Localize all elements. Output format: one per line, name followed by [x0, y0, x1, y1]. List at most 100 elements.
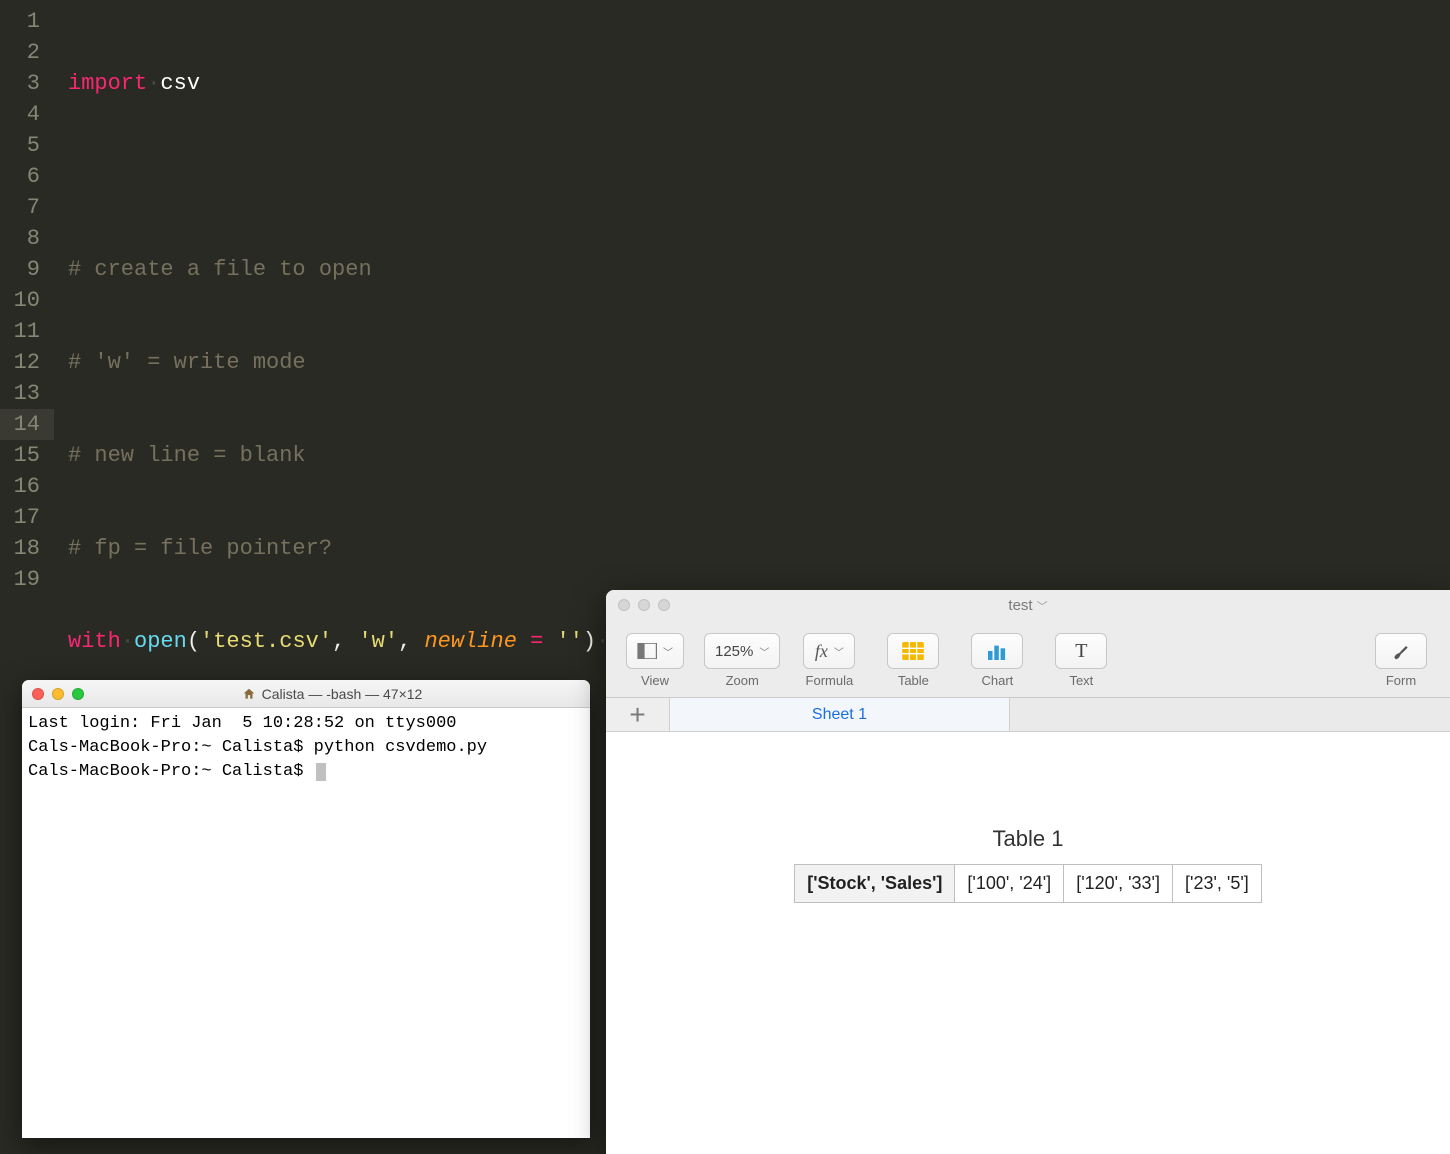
minimize-button[interactable]: [638, 599, 650, 611]
document-title-text: test: [1008, 597, 1032, 614]
close-button[interactable]: [618, 599, 630, 611]
line-number: 4: [0, 99, 54, 130]
terminal-title-text: Calista — -bash — 47×12: [262, 686, 423, 702]
terminal-text: Last login: Fri Jan 5 10:28:52 on ttys00…: [28, 714, 456, 733]
spreadsheet-canvas[interactable]: Table 1 ['Stock', 'Sales'] ['100', '24']…: [606, 732, 1450, 1154]
sheet-tab-empty: [1010, 698, 1450, 731]
builtin-open: open: [134, 629, 187, 654]
code-line[interactable]: # create a file to open: [54, 254, 1450, 285]
terminal-body[interactable]: Last login: Fri Jan 5 10:28:52 on ttys00…: [22, 708, 590, 1138]
line-number: 10: [0, 285, 54, 316]
comment: # fp = file pointer?: [68, 536, 332, 561]
line-number: 7: [0, 192, 54, 223]
terminal-line: Last login: Fri Jan 5 10:28:52 on ttys00…: [28, 712, 584, 736]
code-line[interactable]: # fp = file pointer?: [54, 533, 1450, 564]
line-number: 3: [0, 68, 54, 99]
sheet-tab-label: Sheet 1: [812, 706, 867, 724]
numbers-window[interactable]: test ﹀ ﹀ View 125%﹀ Zoom fx ﹀ Formula Tabl…: [606, 590, 1450, 1154]
chevron-down-icon: ﹀: [1037, 601, 1048, 613]
line-number: 9: [0, 254, 54, 285]
line-number: 5: [0, 130, 54, 161]
toolbar-view-button[interactable]: ﹀ View: [620, 633, 690, 688]
string: '': [557, 629, 583, 654]
table-cell[interactable]: ['100', '24']: [955, 865, 1064, 902]
punct: ): [583, 629, 596, 654]
terminal-window[interactable]: Calista — -bash — 47×12 Last login: Fri …: [22, 680, 590, 1138]
line-number: 13: [0, 378, 54, 409]
comment: # new line = blank: [68, 443, 306, 468]
sheet-tab-bar: + Sheet 1: [606, 698, 1450, 732]
toolbar-table-button[interactable]: Table: [878, 633, 948, 688]
table-cell[interactable]: ['120', '33']: [1064, 865, 1173, 902]
module-name: csv: [160, 71, 200, 96]
table-header-cell[interactable]: ['Stock', 'Sales']: [795, 865, 955, 902]
zoom-button[interactable]: [72, 688, 84, 700]
chart-icon: [986, 642, 1008, 660]
window-controls: [618, 599, 670, 611]
terminal-line[interactable]: Cals-MacBook-Pro:~ Calista$: [28, 760, 584, 784]
toolbar-label: Formula: [806, 673, 854, 688]
punct: ,: [332, 629, 358, 654]
terminal-titlebar[interactable]: Calista — -bash — 47×12: [22, 680, 590, 708]
table-title[interactable]: Table 1: [606, 826, 1450, 852]
code-line[interactable]: # 'w' = write mode: [54, 347, 1450, 378]
line-number: 19: [0, 564, 54, 595]
sheet-tab[interactable]: Sheet 1: [670, 698, 1010, 731]
table-cell[interactable]: ['23', '5']: [1173, 865, 1261, 902]
string: 'test.csv': [200, 629, 332, 654]
zoom-value: 125%: [715, 643, 753, 660]
line-number: 14: [0, 409, 54, 440]
numbers-titlebar[interactable]: test ﹀: [606, 590, 1450, 620]
line-number: 15: [0, 440, 54, 471]
toolbar-label: Chart: [981, 673, 1013, 688]
toolbar: ﹀ View 125%﹀ Zoom fx ﹀ Formula Table Char…: [606, 620, 1450, 698]
string: 'w': [358, 629, 398, 654]
view-icon: [637, 643, 657, 659]
terminal-line: Cals-MacBook-Pro:~ Calista$ python csvde…: [28, 736, 584, 760]
shell-prompt: Cals-MacBook-Pro:~ Calista$: [28, 738, 314, 757]
line-number: 8: [0, 223, 54, 254]
minimize-button[interactable]: [52, 688, 64, 700]
toolbar-label: Form: [1386, 673, 1416, 688]
kwarg: newline: [424, 629, 516, 654]
line-number: 17: [0, 502, 54, 533]
line-number: 6: [0, 161, 54, 192]
comment: # create a file to open: [68, 257, 372, 282]
toolbar-chart-button[interactable]: Chart: [962, 633, 1032, 688]
line-number: 2: [0, 37, 54, 68]
add-sheet-button[interactable]: +: [606, 698, 670, 731]
code-line[interactable]: # new line = blank: [54, 440, 1450, 471]
toolbar-label: View: [641, 673, 669, 688]
table-icon: [902, 642, 924, 660]
code-line[interactable]: [54, 161, 1450, 192]
line-number-gutter: 1 2 3 4 5 6 7 8 9 10 11 12 13 14 15 16 1…: [0, 0, 54, 595]
toolbar-zoom-button[interactable]: 125%﹀ Zoom: [704, 633, 780, 688]
line-number: 12: [0, 347, 54, 378]
toolbar-label: Zoom: [726, 673, 759, 688]
line-number: 1: [0, 6, 54, 37]
brush-icon: [1391, 641, 1411, 661]
text-icon: T: [1075, 640, 1087, 663]
formula-icon: fx: [815, 641, 828, 662]
cursor: [316, 763, 326, 781]
line-number: 18: [0, 533, 54, 564]
op: =: [517, 629, 557, 654]
shell-prompt: Cals-MacBook-Pro:~ Calista$: [28, 762, 314, 781]
toolbar-format-button[interactable]: Form: [1366, 633, 1436, 688]
document-title[interactable]: test ﹀: [606, 597, 1450, 614]
chevron-down-icon: ﹀: [834, 644, 844, 659]
toolbar-label: Table: [898, 673, 929, 688]
close-button[interactable]: [32, 688, 44, 700]
keyword-import: import: [68, 71, 147, 96]
toolbar-text-button[interactable]: T Text: [1046, 633, 1116, 688]
toolbar-label: Text: [1069, 673, 1093, 688]
toolbar-formula-button[interactable]: fx ﹀ Formula: [794, 633, 864, 688]
zoom-button[interactable]: [658, 599, 670, 611]
keyword-with: with: [68, 629, 121, 654]
punct: (: [187, 629, 200, 654]
line-number: 11: [0, 316, 54, 347]
code-line[interactable]: import·csv: [54, 68, 1450, 99]
shell-command: python csvdemo.py: [314, 738, 487, 757]
table[interactable]: ['Stock', 'Sales'] ['100', '24'] ['120',…: [794, 864, 1262, 903]
line-number: 16: [0, 471, 54, 502]
